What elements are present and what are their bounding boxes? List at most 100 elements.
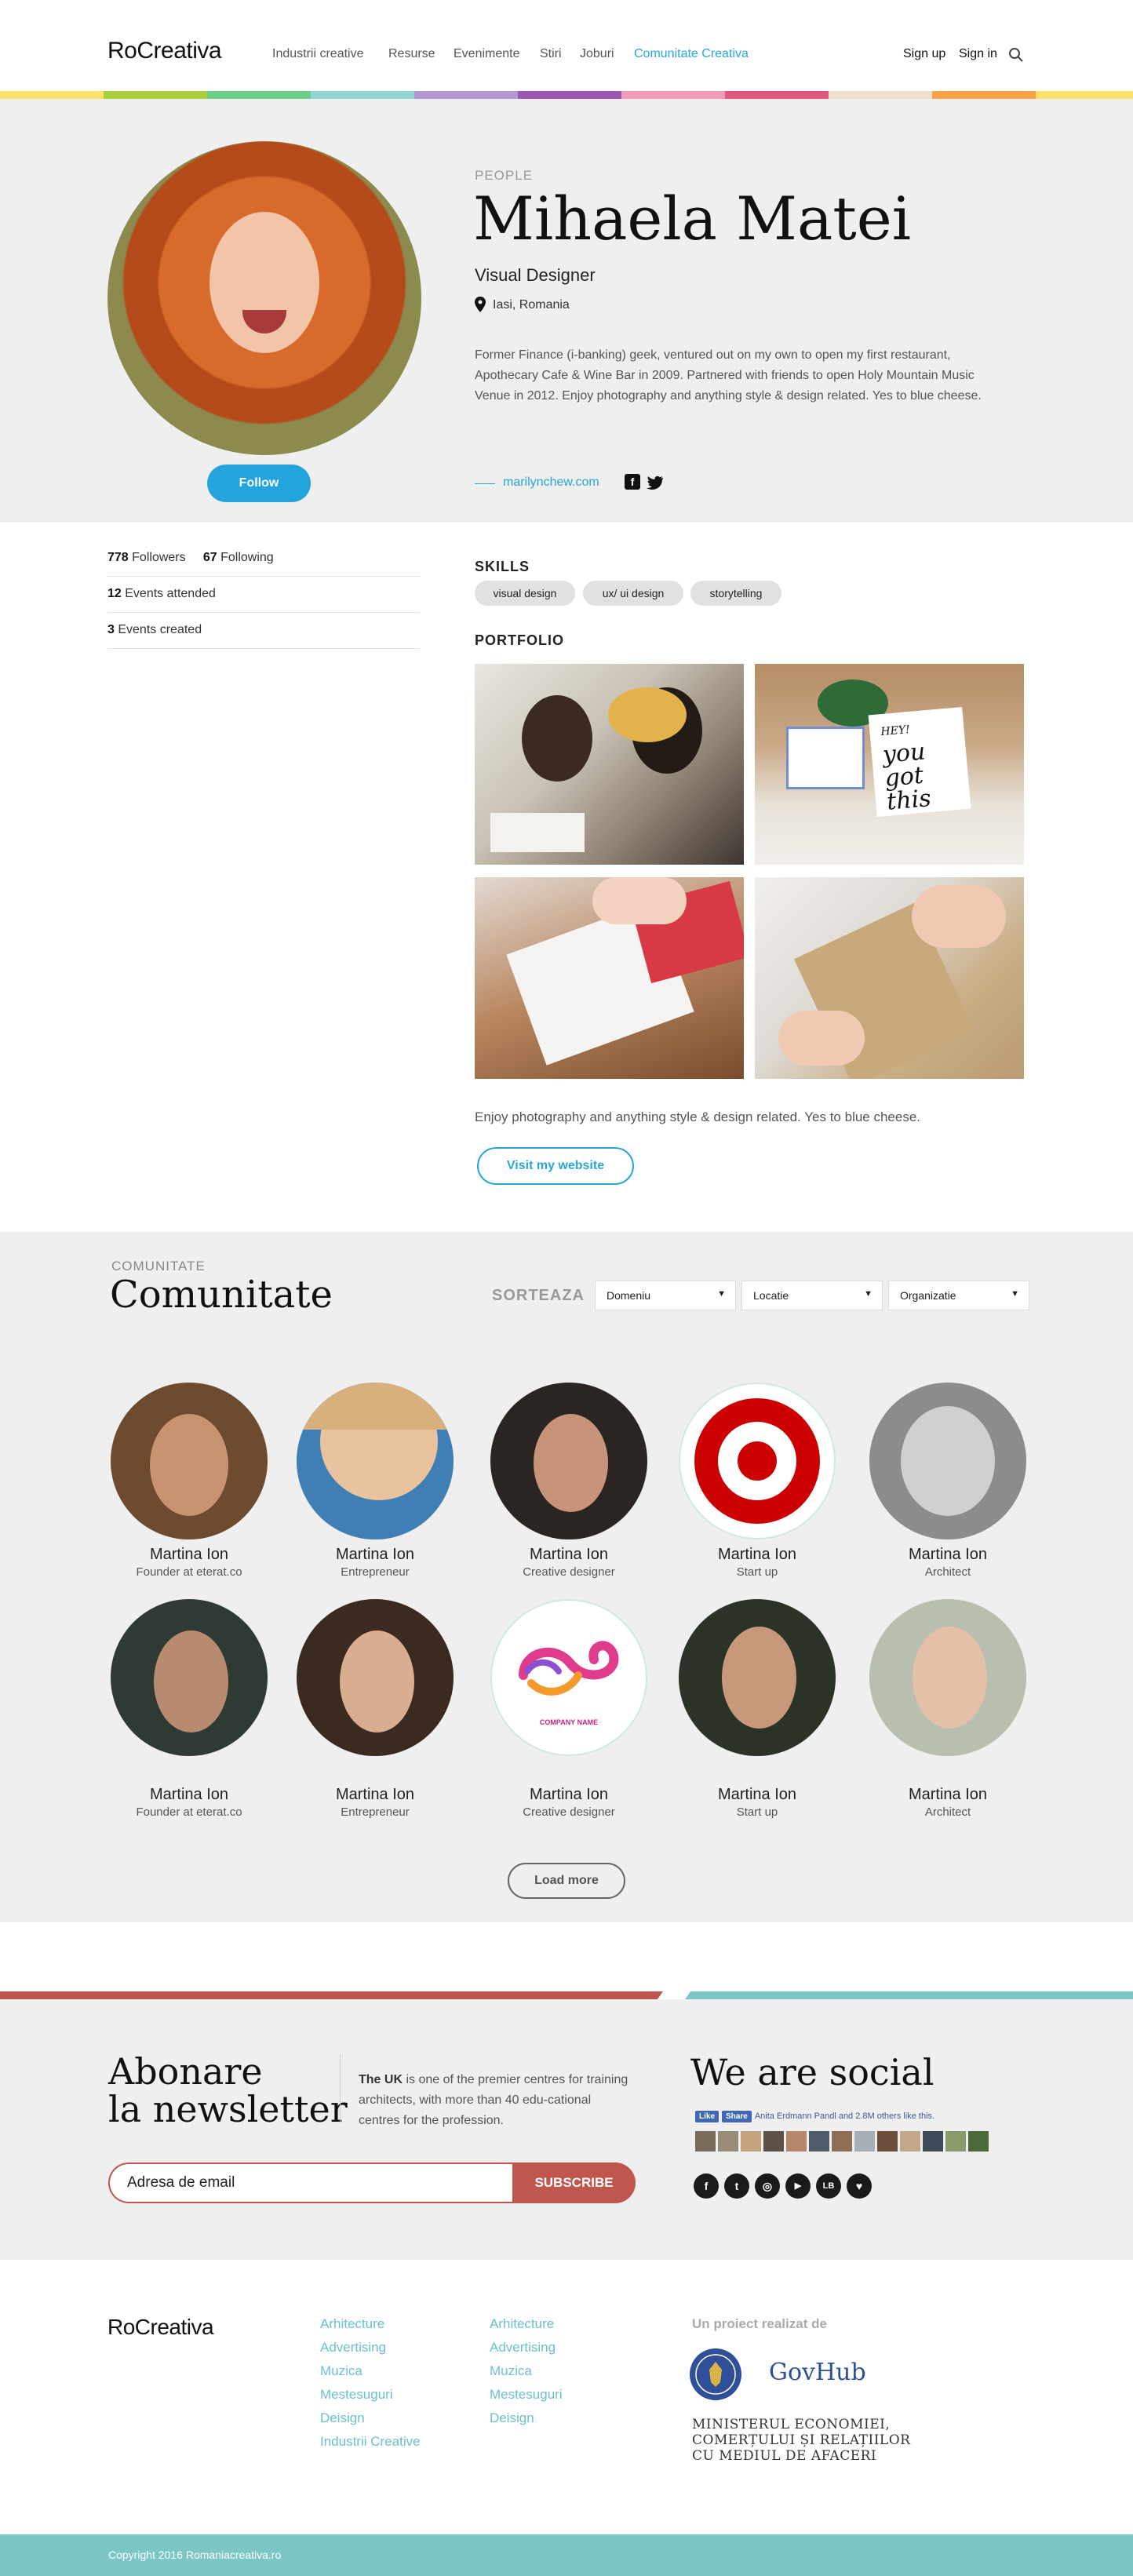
fb-face-pile [695, 2131, 991, 2152]
visit-website-button[interactable]: Visit my website [477, 1147, 634, 1185]
filter-locatie[interactable]: Locatie ▼ [741, 1281, 883, 1310]
member-name: Martina Ion [149, 1546, 229, 1563]
face [340, 1630, 414, 1733]
chevron-down-icon: ▼ [864, 1289, 873, 1299]
newsletter-title: Abonare la newsletter [108, 2053, 348, 2128]
member-photo [297, 1383, 454, 1539]
member-card[interactable]: Martina Ion Start up [663, 1383, 851, 1579]
fb-face [877, 2131, 898, 2152]
footer-link[interactable]: Muzica [320, 2363, 362, 2379]
newsletter-email-input[interactable]: Adresa de email [108, 2162, 512, 2203]
twitter-icon[interactable]: t [724, 2173, 749, 2199]
burger-poster [608, 687, 687, 742]
member-card[interactable]: Martina Ion Architect [854, 1599, 1042, 1819]
divider [340, 2054, 341, 2123]
footer-link[interactable]: Mestesuguri [490, 2387, 563, 2403]
lb-icon[interactable]: LB [816, 2173, 841, 2199]
filter-organizatie[interactable]: Organizatie ▼ [888, 1281, 1029, 1310]
footer-link[interactable]: Arhitecture [320, 2316, 384, 2332]
followers-label[interactable]: Followers [132, 551, 185, 564]
filter-organizatie-value: Organizatie [900, 1289, 956, 1302]
ministry-line: MINISTERUL ECONOMIEI, [692, 2417, 891, 2432]
follow-button[interactable]: Follow [207, 465, 311, 502]
member-card[interactable]: Martina Ion Founder at eterat.co [95, 1383, 283, 1579]
heart-icon[interactable]: ♥ [847, 2173, 872, 2199]
portfolio-image-3[interactable] [475, 877, 744, 1079]
footer-link[interactable]: Industrii Creative [320, 2434, 421, 2450]
fb-like-button[interactable]: Like [695, 2111, 720, 2122]
member-photo [869, 1599, 1026, 1756]
nav-comunitate-creativa[interactable]: Comunitate Creativa [634, 47, 749, 61]
profile-location: Iasi, Romania [493, 298, 570, 312]
face [722, 1627, 796, 1729]
skill-chip[interactable]: ux/ ui design [583, 581, 683, 606]
sign-in-link[interactable]: Sign in [959, 47, 997, 61]
chevron-down-icon: ▼ [1011, 1289, 1019, 1299]
footer-logo[interactable]: RoCreativa [107, 2315, 214, 2340]
member-name: Martina Ion [717, 1546, 797, 1563]
footer-link[interactable]: Deisign [490, 2410, 534, 2426]
site-header: RoCreativa Industrii creative Resurse Ev… [0, 0, 1133, 99]
member-name: Martina Ion [717, 1786, 797, 1803]
footer-link[interactable]: Advertising [490, 2340, 556, 2356]
youtube-icon[interactable]: ▶ [785, 2173, 811, 2199]
nav-resurse[interactable]: Resurse [388, 47, 435, 61]
skill-chip[interactable]: storytelling [690, 581, 781, 606]
following-label[interactable]: Following [220, 551, 274, 564]
search-icon[interactable] [1008, 47, 1024, 63]
profile-bio: Former Finance (i-banking) geek, venture… [475, 348, 982, 403]
member-card[interactable]: Martina Ion Entrepreneur [281, 1383, 469, 1579]
footer-link[interactable]: Muzica [490, 2363, 532, 2379]
sort-label: SORTEAZA [492, 1287, 585, 1304]
skills-heading: SKILLS [475, 559, 530, 574]
events-created-label[interactable]: Events created [118, 623, 202, 636]
sign-up-link[interactable]: Sign up [903, 47, 945, 61]
member-card[interactable]: Martina Ion Creative designer [475, 1383, 663, 1579]
nav-industrii-creative[interactable]: Industrii creative [272, 47, 364, 61]
footer-link[interactable]: Deisign [320, 2410, 365, 2426]
site-footer: RoCreativa Arhitecture Advertising Muzic… [0, 2260, 1133, 2534]
facebook-icon[interactable]: f [694, 2173, 719, 2199]
facebook-icon[interactable]: f [625, 474, 640, 490]
footer-link[interactable]: Advertising [320, 2340, 386, 2356]
member-name: Martina Ion [908, 1786, 988, 1803]
member-card[interactable]: Martina Ion Founder at eterat.co [95, 1599, 283, 1819]
person-hair [522, 695, 592, 782]
stripe [207, 91, 311, 99]
hand [912, 885, 1006, 948]
load-more-button[interactable]: Load more [508, 1863, 625, 1899]
twitter-icon[interactable] [647, 475, 664, 490]
stripe [311, 91, 414, 99]
footer-link[interactable]: Mestesuguri [320, 2387, 393, 2403]
nav-stiri[interactable]: Stiri [540, 47, 562, 61]
member-card[interactable]: Martina Ion Start up [663, 1599, 851, 1819]
following-count: 67 [202, 551, 217, 564]
subscribe-button[interactable]: SUBSCRIBE [512, 2162, 636, 2203]
nav-joburi[interactable]: Joburi [580, 47, 614, 61]
member-card[interactable]: Martina Ion Entrepreneur [281, 1599, 469, 1819]
swirl-logo-icon [519, 1641, 619, 1696]
skill-chip[interactable]: visual design [475, 581, 575, 606]
portfolio-image-4[interactable] [755, 877, 1024, 1079]
ministry-name: MINISTERUL ECONOMIEI, COMERȚULUI ȘI RELA… [692, 2417, 910, 2464]
site-logo[interactable]: RoCreativa [107, 38, 222, 64]
stripe [621, 91, 725, 99]
events-attended-label[interactable]: Events attended [125, 587, 216, 600]
fb-share-button[interactable]: Share [722, 2111, 752, 2122]
profile-name: Mihaela Matei [473, 184, 912, 253]
filter-domeniu[interactable]: Domeniu ▼ [595, 1281, 736, 1310]
nav-evenimente[interactable]: Evenimente [454, 47, 520, 61]
fb-face [741, 2131, 761, 2152]
member-role: Creative designer [523, 1565, 615, 1579]
profile-website-link[interactable]: marilynchew.com [503, 475, 599, 490]
portfolio-image-2[interactable]: HEY! you got this [755, 664, 1024, 865]
member-card[interactable]: COMPANY NAME Martina Ion Creative design… [475, 1599, 663, 1819]
member-photo [679, 1599, 836, 1756]
filter-domeniu-value: Domeniu [607, 1289, 651, 1302]
member-card[interactable]: Martina Ion Architect [854, 1383, 1042, 1579]
footer-link[interactable]: Arhitecture [490, 2316, 554, 2332]
ministry-line: CU MEDIUL DE AFACERI [692, 2448, 877, 2464]
portfolio-image-1[interactable] [475, 664, 744, 865]
instagram-icon[interactable]: ◎ [755, 2173, 780, 2199]
target-ring [738, 1441, 777, 1481]
